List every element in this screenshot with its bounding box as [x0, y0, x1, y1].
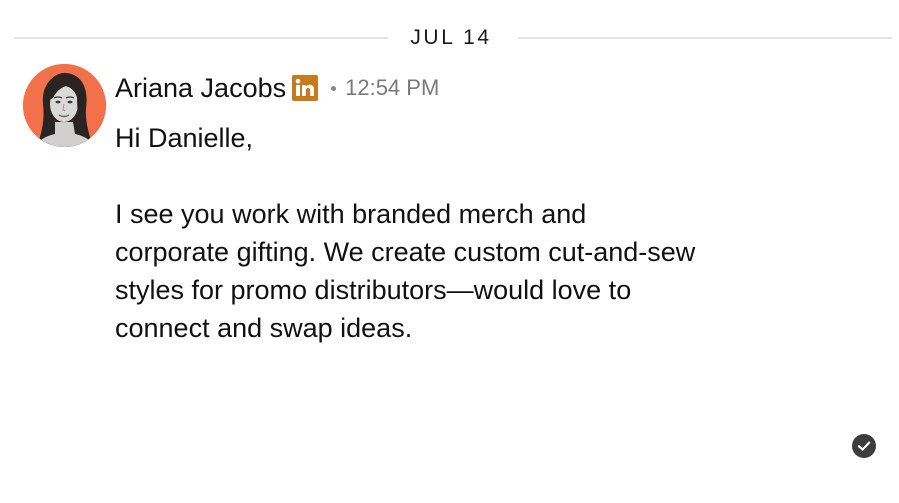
date-divider: JUL 14: [14, 22, 893, 54]
date-label: JUL 14: [410, 26, 492, 49]
divider-rule-right: [517, 37, 893, 39]
message-timestamp: 12:54 PM: [345, 75, 440, 100]
message-greeting: Hi Danielle,: [115, 123, 254, 153]
message-header: Ariana Jacobs 12:54 PM: [115, 70, 439, 106]
separator-dot: [331, 85, 337, 91]
message-body: Hi Danielle, I see you work with branded…: [115, 119, 795, 347]
read-check-icon: [852, 434, 876, 458]
sender-avatar[interactable]: [23, 64, 106, 147]
linkedin-icon: [292, 75, 319, 101]
message-line: styles for promo distributors—would love…: [115, 275, 632, 305]
message-line: corporate gifting. We create custom cut-…: [115, 237, 696, 267]
message-line: I see you work with branded merch and: [115, 199, 587, 229]
divider-rule-left: [14, 37, 389, 39]
sender-name[interactable]: Ariana Jacobs: [115, 73, 286, 104]
message-line: connect and swap ideas.: [115, 313, 413, 343]
avatar-photo: [23, 64, 106, 147]
